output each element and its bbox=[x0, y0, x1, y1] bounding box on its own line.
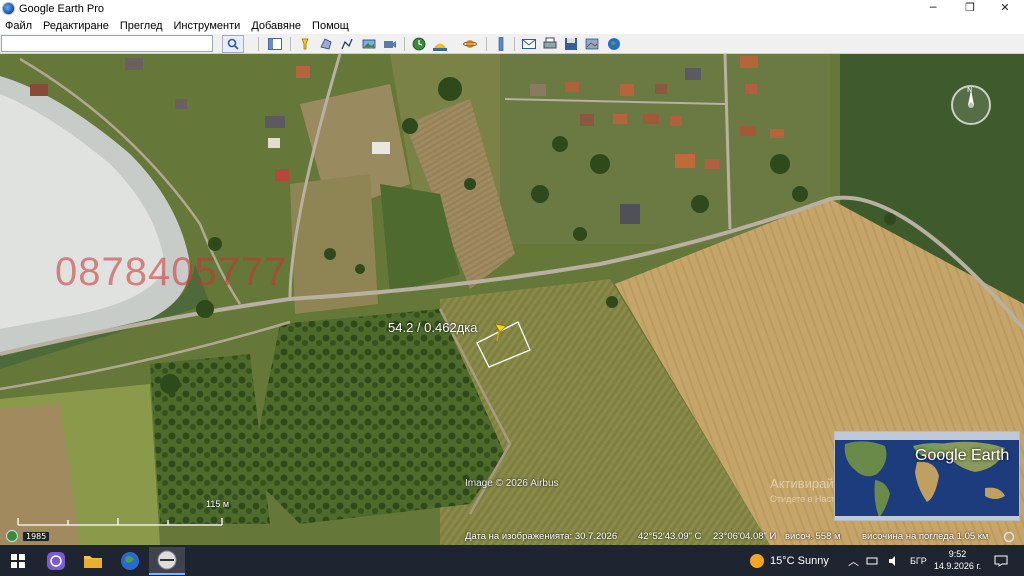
toolbar-separator bbox=[258, 37, 259, 51]
toolbar-separator bbox=[514, 37, 515, 51]
scale-label: 115 м bbox=[206, 499, 230, 509]
sunlight-icon[interactable] bbox=[431, 36, 449, 52]
toolbar bbox=[0, 34, 1024, 54]
windows-taskbar: 15°C Sunny ︿ БГР 9:52 14.9.2026 г. bbox=[0, 545, 1024, 576]
weather-text: 15°C Sunny bbox=[770, 554, 829, 567]
print-icon[interactable] bbox=[541, 36, 559, 52]
menu-edit[interactable]: Редактиране bbox=[43, 20, 109, 32]
google-earth-logo: Google Earth bbox=[915, 447, 1010, 464]
google-earth-app-icon bbox=[2, 2, 15, 15]
status-bar: Дата на изображенията: 30.7.2026 42°52'4… bbox=[0, 530, 1024, 545]
sun-icon bbox=[750, 553, 764, 568]
planets-icon[interactable] bbox=[461, 36, 479, 52]
earth-globe-icon bbox=[121, 552, 139, 570]
file-explorer-app[interactable] bbox=[75, 547, 111, 575]
path-icon[interactable] bbox=[338, 36, 356, 52]
compass-north-label: N bbox=[967, 86, 973, 94]
system-clock[interactable]: 9:52 14.9.2026 г. bbox=[930, 548, 985, 572]
view-in-maps-icon[interactable] bbox=[583, 36, 601, 52]
search-icon bbox=[227, 38, 239, 50]
image-credit: Image © 2026 Airbus bbox=[465, 478, 559, 489]
parcel-label[interactable]: 54.2 / 0.462дка bbox=[388, 320, 477, 335]
clock-time: 9:52 bbox=[948, 549, 967, 559]
windows-logo-icon bbox=[11, 554, 25, 568]
search-input[interactable] bbox=[1, 35, 213, 52]
minimize-button[interactable]: ─ bbox=[916, 0, 950, 17]
toolbar-separator bbox=[290, 37, 291, 51]
menu-add[interactable]: Добавяне bbox=[251, 20, 301, 32]
image-overlay-icon[interactable] bbox=[360, 36, 378, 52]
save-image-icon[interactable] bbox=[562, 36, 580, 52]
elevation: височ. 558 м bbox=[785, 531, 841, 542]
toolbar-separator bbox=[404, 37, 405, 51]
chevron-up-icon: ︿ bbox=[848, 555, 859, 568]
menu-tools[interactable]: Инструменти bbox=[173, 20, 240, 32]
sidebar-icon[interactable] bbox=[266, 36, 284, 52]
email-icon[interactable] bbox=[520, 36, 538, 52]
loading-icon bbox=[1003, 531, 1015, 543]
longitude: 23°06'04.08" И bbox=[713, 531, 777, 542]
language-indicator[interactable]: БГР bbox=[910, 545, 927, 576]
notifications-icon[interactable] bbox=[994, 545, 1008, 576]
world-map bbox=[835, 432, 1019, 520]
folder-icon bbox=[84, 556, 102, 568]
placemark-icon[interactable] bbox=[296, 36, 314, 52]
network-icon[interactable] bbox=[866, 545, 878, 576]
close-button[interactable]: ✕ bbox=[988, 0, 1022, 17]
google-earth-app[interactable] bbox=[112, 547, 148, 575]
ruler-icon[interactable] bbox=[492, 36, 510, 52]
historical-imagery-icon[interactable] bbox=[410, 36, 428, 52]
volume-icon[interactable] bbox=[888, 545, 900, 576]
toolbar-separator bbox=[486, 37, 487, 51]
menu-view[interactable]: Преглед bbox=[120, 20, 163, 32]
show-hidden-icons-button[interactable]: ︿ bbox=[848, 545, 859, 576]
menu-help[interactable]: Помощ bbox=[312, 20, 349, 32]
maximize-button[interactable]: ❐ bbox=[953, 0, 987, 17]
google-earth-pro-app[interactable] bbox=[149, 547, 185, 575]
window-title: Google Earth Pro bbox=[19, 2, 104, 15]
compass-control[interactable]: N bbox=[948, 80, 994, 126]
latitude: 42°52'43.09" С bbox=[638, 531, 702, 542]
windows-start-button[interactable] bbox=[0, 547, 36, 575]
viber-app[interactable] bbox=[38, 547, 74, 575]
search-button[interactable] bbox=[222, 35, 244, 53]
menu-bar: Файл Редактиране Преглед Инструменти Доб… bbox=[0, 17, 1024, 34]
overview-minimap[interactable] bbox=[834, 431, 1020, 521]
earth-view-icon[interactable] bbox=[605, 36, 623, 52]
viber-icon bbox=[47, 552, 65, 570]
eye-altitude: височина на погледа 1.05 км bbox=[862, 531, 989, 542]
clock-date: 14.9.2026 г. bbox=[933, 561, 982, 571]
polygon-icon[interactable] bbox=[317, 36, 335, 52]
imagery-date: Дата на изображенията: 30.7.2026 bbox=[465, 531, 618, 542]
title-bar: Google Earth Pro ─ ❐ ✕ bbox=[0, 0, 1024, 17]
record-tour-icon[interactable] bbox=[381, 36, 399, 52]
weather-widget[interactable]: 15°C Sunny bbox=[750, 545, 829, 576]
google-earth-pro-icon bbox=[157, 550, 177, 570]
menu-file[interactable]: Файл bbox=[5, 20, 32, 32]
phone-watermark: 0878405777 bbox=[55, 250, 288, 294]
